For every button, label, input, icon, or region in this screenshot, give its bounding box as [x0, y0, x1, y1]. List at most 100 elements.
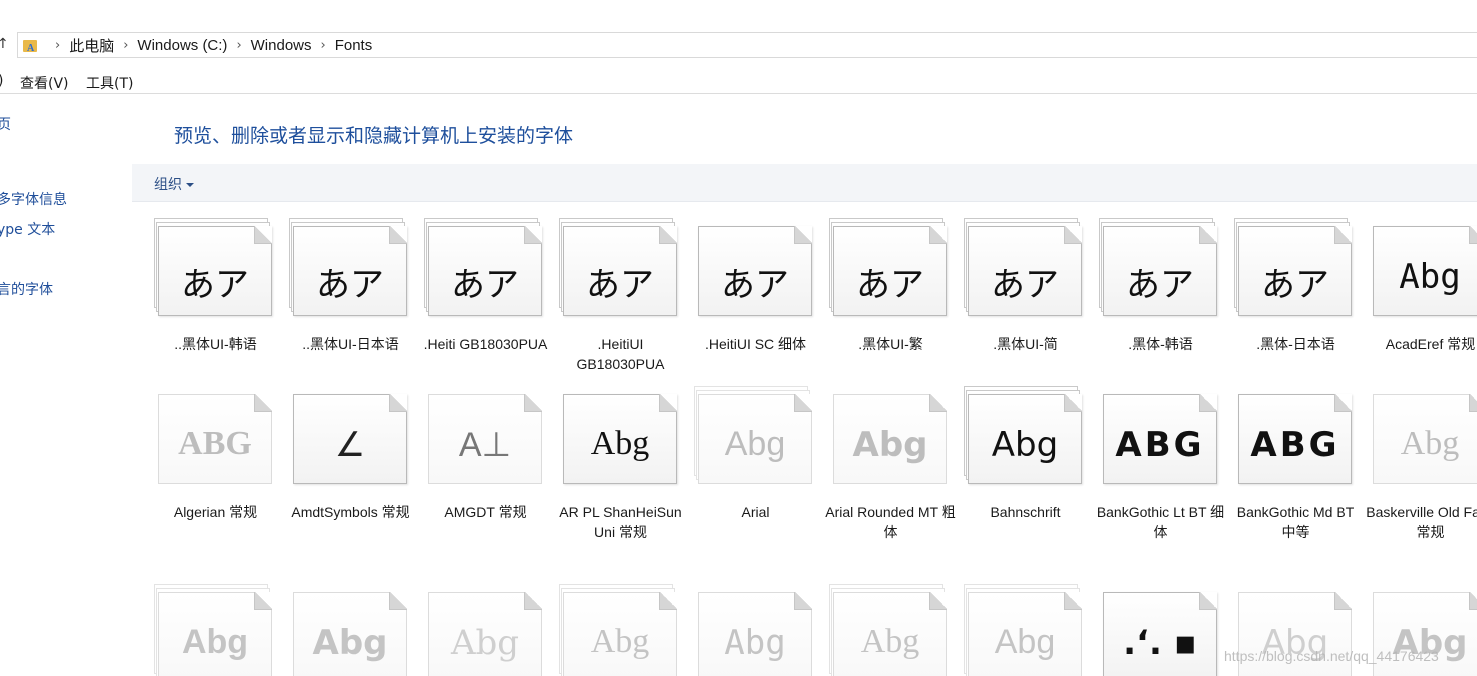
font-name-label: Baskerville Old Face 常规: [1366, 504, 1477, 540]
page-fold-icon: [1064, 394, 1082, 412]
font-sample: Abg: [1400, 425, 1460, 462]
font-file-icon: Abg: [964, 584, 1086, 676]
page-fold-icon: [1334, 592, 1352, 610]
page-title: 预览、删除或者显示和隐藏计算机上安装的字体: [174, 125, 574, 147]
font-preview-page: あア: [563, 226, 677, 316]
font-preview-page: Abg: [968, 592, 1082, 676]
left-link-font-info[interactable]: 多字体信息: [0, 189, 67, 209]
font-sample: ∠: [334, 425, 366, 465]
page-fold-icon: [1064, 592, 1082, 610]
breadcrumb-drive-c[interactable]: Windows (C:): [137, 37, 227, 54]
page-fold-icon: [1199, 592, 1217, 610]
menu-bar: ) 查看(V) 工具(T): [0, 70, 1477, 94]
font-sample: あア: [721, 265, 789, 305]
breadcrumb-windows[interactable]: Windows: [251, 37, 312, 54]
font-preview-page: ABG: [1103, 394, 1217, 484]
font-file-icon: Abg: [559, 584, 681, 676]
page-fold-icon: [929, 592, 947, 610]
chevron-right-icon[interactable]: ›: [321, 38, 326, 53]
font-file-icon: ABG: [154, 386, 276, 486]
font-file-icon: あア: [154, 218, 276, 318]
left-link-language-fonts[interactable]: 言的字体: [0, 279, 53, 299]
page-fold-icon: [524, 394, 542, 412]
address-bar-row: ↑ A › 此电脑 › Windows (C:) › Windows › Fon…: [0, 30, 1477, 62]
font-file-icon: A⊥: [424, 386, 546, 486]
font-sample: A⊥: [458, 426, 512, 464]
font-file-icon: Abg: [964, 386, 1086, 486]
font-file-icon: Abg: [424, 584, 546, 676]
font-name-label: Bahnschrift: [990, 504, 1061, 520]
font-sample: Abg: [181, 623, 249, 661]
font-sample: あア: [181, 265, 249, 305]
font-file-icon: ABG: [1234, 386, 1356, 486]
breadcrumb-this-pc[interactable]: 此电脑: [69, 35, 114, 56]
organize-button[interactable]: 组织: [154, 174, 194, 194]
font-sample: あア: [451, 265, 519, 305]
page-fold-icon: [524, 592, 542, 610]
font-sample: あア: [856, 265, 924, 305]
left-link-home[interactable]: 页: [0, 114, 11, 134]
font-preview-page: Abg: [698, 394, 812, 484]
breadcrumb-fonts[interactable]: Fonts: [335, 37, 373, 54]
menu-item-view[interactable]: 查看(V): [20, 73, 69, 93]
page-fold-icon: [794, 394, 812, 412]
font-name-label: AcadEref 常规: [1385, 336, 1476, 352]
font-preview-page: あア: [1103, 226, 1217, 316]
font-file-icon: Abg: [559, 386, 681, 486]
font-file-icon: あア: [559, 218, 681, 318]
menu-item-partial[interactable]: ): [0, 73, 3, 89]
page-fold-icon: [254, 592, 272, 610]
font-sample: あア: [586, 265, 654, 305]
font-sample: Abg: [991, 425, 1059, 465]
font-preview-page: あア: [833, 226, 947, 316]
font-preview-page: あア: [1238, 226, 1352, 316]
chevron-right-icon[interactable]: ›: [236, 38, 241, 53]
font-file-icon: ABG: [1099, 386, 1221, 486]
address-bar[interactable]: A › 此电脑 › Windows (C:) › Windows › Fonts: [17, 32, 1477, 58]
font-file-icon: Abg: [829, 584, 951, 676]
font-preview-page: あア: [698, 226, 812, 316]
page-fold-icon: [929, 394, 947, 412]
page-fold-icon: [524, 226, 542, 244]
font-name-label: .黑体UI-简: [993, 336, 1058, 352]
chevron-right-icon[interactable]: ›: [123, 38, 128, 53]
page-fold-icon: [659, 226, 677, 244]
font-file-icon: あア: [289, 218, 411, 318]
font-preview-page: Abg: [1373, 226, 1477, 316]
font-sample: Abg: [590, 425, 650, 462]
page-fold-icon: [929, 226, 947, 244]
left-link-cleartype[interactable]: ype 文本: [0, 219, 55, 239]
font-preview-page: Abg: [833, 394, 947, 484]
page-fold-icon: [1199, 394, 1217, 412]
font-name-label: Algerian 常规: [173, 504, 258, 520]
organize-label: 组织: [154, 177, 182, 193]
font-sample: Abg: [860, 623, 920, 660]
font-sample: ABG: [178, 425, 252, 462]
font-name-label: .黑体-韩语: [1128, 336, 1193, 352]
font-preview-page: Abg: [968, 394, 1082, 484]
font-sample: Abg: [1399, 257, 1461, 297]
font-sample: あア: [316, 265, 384, 305]
font-preview-page: Abg: [833, 592, 947, 676]
menu-item-tools[interactable]: 工具(T): [86, 73, 133, 93]
font-sample: Abg: [450, 623, 520, 663]
page-fold-icon: [659, 394, 677, 412]
font-name-label: .HeitiUI GB18030PUA: [576, 336, 665, 372]
page-fold-icon: [254, 394, 272, 412]
font-preview-page: ABG: [158, 394, 272, 484]
font-name-label: ..黑体UI-日本语: [302, 336, 399, 352]
up-arrow-icon[interactable]: ↑: [0, 36, 9, 52]
font-name-label: Arial: [741, 504, 770, 520]
font-file-icon: Abg: [694, 386, 816, 486]
font-name-label: ..黑体UI-韩语: [174, 336, 257, 352]
font-name-label: AMGDT 常规: [444, 504, 527, 520]
page-fold-icon: [1469, 394, 1477, 412]
font-sample: Abg: [312, 623, 388, 663]
font-preview-page: Abg: [1373, 394, 1477, 484]
page-fold-icon: [1334, 226, 1352, 244]
font-sample: ABG: [1115, 425, 1205, 465]
font-preview-page: Abg: [563, 592, 677, 676]
font-name-label: .HeitiUI SC 细体: [704, 336, 807, 352]
font-file-icon: Abg: [694, 584, 816, 676]
chevron-right-icon[interactable]: ›: [55, 38, 60, 53]
